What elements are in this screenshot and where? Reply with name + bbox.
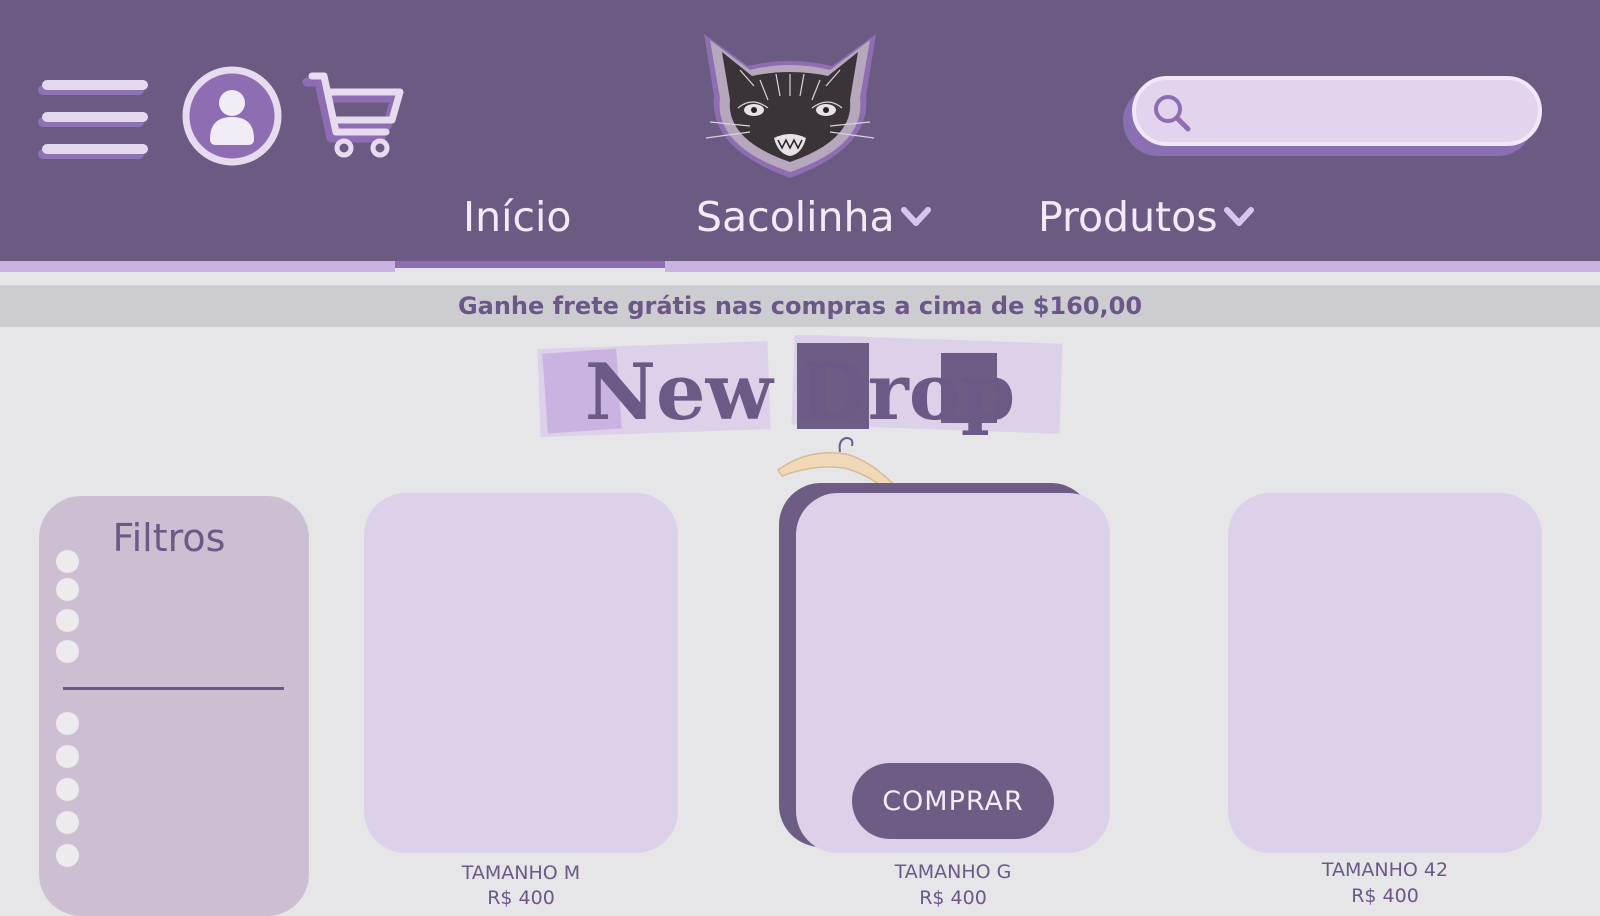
chevron-down-icon[interactable]	[1223, 207, 1254, 227]
nav-label-produtos: Produtos	[1038, 193, 1218, 241]
nav-label-sacolinha: Sacolinha	[696, 193, 895, 241]
promo-banner: Ganhe frete grátis nas compras a cima de…	[0, 285, 1600, 327]
filter-option-radio[interactable]	[56, 640, 79, 663]
chevron-down-icon[interactable]	[900, 207, 931, 227]
product-price: R$ 400	[919, 887, 987, 909]
cat-logo[interactable]	[690, 30, 890, 182]
product-card-image[interactable]	[1228, 493, 1542, 853]
filter-option-radio[interactable]	[56, 844, 79, 867]
nav-item-inicio[interactable]: Início	[463, 192, 572, 242]
shopping-cart-icon[interactable]	[302, 64, 408, 164]
buy-button[interactable]: COMPRAR	[852, 763, 1054, 839]
filter-option-radio[interactable]	[56, 609, 79, 632]
filters-divider	[63, 687, 284, 690]
filter-option-radio[interactable]	[56, 712, 79, 735]
search-input[interactable]	[1202, 90, 1526, 134]
filter-option-radio[interactable]	[56, 778, 79, 801]
filter-option-radio[interactable]	[56, 550, 79, 573]
nav-label-inicio: Início	[463, 193, 572, 241]
nav-active-indicator	[395, 261, 665, 268]
nav-item-sacolinha[interactable]: Sacolinha	[696, 192, 931, 242]
product-size-label: TAMANHO G	[894, 861, 1012, 883]
hamburger-menu-icon[interactable]	[38, 76, 150, 158]
promo-text: Ganhe frete grátis nas compras a cima de…	[457, 292, 1143, 320]
site-header: Início Sacolinha Produtos	[0, 0, 1600, 262]
product-size-label: TAMANHO 42	[1321, 859, 1449, 881]
product-size-label: TAMANHO M	[461, 862, 581, 884]
product-card-image[interactable]	[364, 493, 678, 853]
nav-underline	[0, 261, 395, 272]
filter-option-radio[interactable]	[56, 578, 79, 601]
filter-option-radio[interactable]	[56, 745, 79, 768]
search-icon[interactable]	[1152, 93, 1192, 133]
product-price: R$ 400	[487, 887, 555, 909]
nav-item-produtos[interactable]: Produtos	[1038, 192, 1254, 242]
search-bar[interactable]	[1132, 76, 1542, 146]
nav-underline	[665, 261, 1600, 272]
product-price: R$ 400	[1351, 885, 1419, 907]
new-drop-title: New Drop	[537, 335, 1063, 438]
filter-option-radio[interactable]	[56, 811, 79, 834]
user-account-icon[interactable]	[181, 65, 283, 167]
new-drop-text: New Drop	[585, 347, 1016, 438]
filters-title: Filtros	[112, 516, 226, 560]
filters-panel: Filtros	[39, 496, 309, 916]
